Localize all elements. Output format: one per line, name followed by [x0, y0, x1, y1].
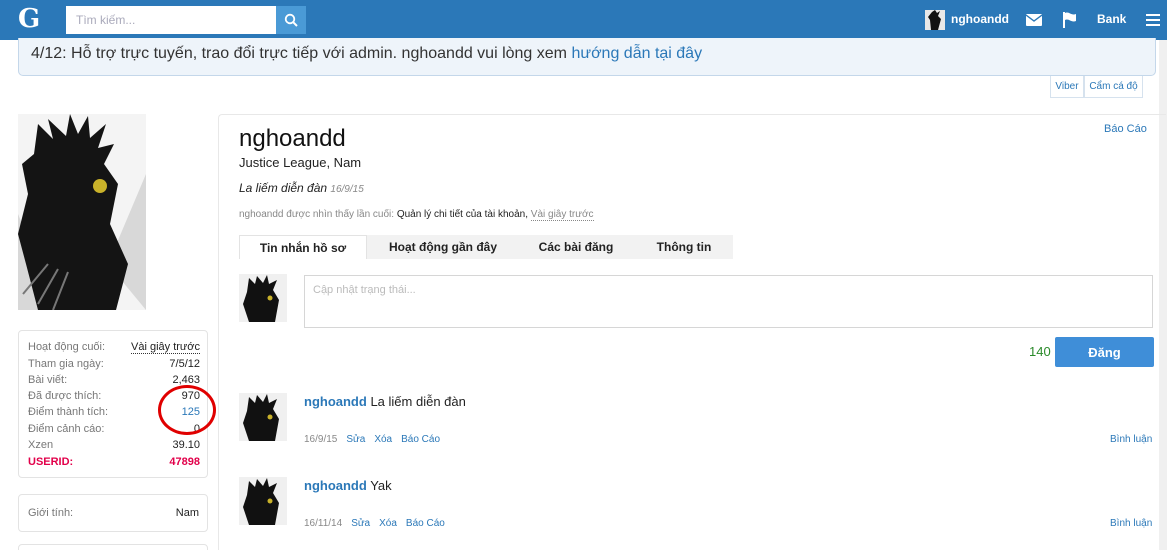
tab-information[interactable]: Thông tin	[643, 235, 725, 259]
message-date: 16/11/14	[304, 518, 343, 529]
stat-join-date: Tham gia ngày: 7/5/12	[28, 358, 200, 370]
post-status-button[interactable]: Đăng	[1055, 337, 1154, 367]
message-date: 16/9/15	[304, 434, 338, 445]
report-link[interactable]: Báo Cáo	[401, 434, 440, 445]
message-username[interactable]: nghoandd	[304, 394, 367, 409]
message-meta: 16/11/14 Sửa Xóa Báo Cáo	[304, 518, 445, 529]
bank-link[interactable]: Bank	[1097, 12, 1126, 26]
edit-link[interactable]: Sửa	[351, 518, 370, 529]
stat-last-activity: Hoạt động cuối: Vài giây trước	[28, 341, 200, 354]
tab-postings[interactable]: Các bài đăng	[519, 235, 633, 259]
delete-link[interactable]: Xóa	[374, 434, 392, 445]
message-content: nghoandd La liếm diễn đàn	[304, 394, 466, 409]
comment-link[interactable]: Bình luận	[1110, 518, 1152, 529]
tab-profile-posts[interactable]: Tin nhắn hồ sơ	[239, 235, 367, 259]
notice-link[interactable]: hướng dẫn tại đây	[571, 45, 702, 62]
top-navbar: G nghoandd Bank	[0, 0, 1167, 40]
profile-status: La liếm diễn đàn 16/9/15	[239, 181, 364, 195]
edit-link[interactable]: Sửa	[346, 434, 365, 445]
header-username[interactable]: nghoandd	[951, 12, 1009, 26]
message-avatar[interactable]	[239, 393, 287, 441]
flag-icon[interactable]	[1060, 10, 1080, 30]
gender-panel: Giới tính: Nam	[18, 494, 208, 532]
message-meta: 16/9/15 Sửa Xóa Báo Cáo	[304, 434, 440, 445]
delete-link[interactable]: Xóa	[379, 518, 397, 529]
share-viber[interactable]: Viber	[1050, 76, 1084, 98]
share-cam-ca-do[interactable]: Cẩm cá độ	[1084, 76, 1143, 98]
comment-link[interactable]: Bình luận	[1110, 434, 1152, 445]
last-activity-time: Vài giây trước	[131, 341, 200, 354]
profile-username: nghoandd	[239, 125, 346, 152]
report-profile-link[interactable]: Báo Cáo	[1104, 123, 1147, 135]
last-seen-time: Vài giây trước	[530, 209, 594, 221]
message-content: nghoandd Yak	[304, 478, 392, 493]
stat-userid: USERID: 47898	[28, 456, 200, 468]
last-seen-info: nghoandd được nhìn thấy lần cuối: Quản l…	[239, 209, 594, 221]
status-avatar[interactable]	[239, 274, 287, 322]
message-username[interactable]: nghoandd	[304, 478, 367, 493]
menu-icon[interactable]	[1143, 10, 1163, 30]
sidebar-extra-panel	[18, 544, 208, 550]
profile-status-date: 16/9/15	[330, 184, 364, 195]
last-seen-action: Quản lý chi tiết của tài khoản,	[396, 209, 528, 220]
search-icon	[284, 13, 298, 27]
search-input[interactable]	[66, 6, 276, 34]
site-logo[interactable]: G	[18, 4, 40, 34]
profile-user-title: Justice League, Nam	[239, 155, 362, 170]
report-link[interactable]: Báo Cáo	[406, 518, 445, 529]
status-update-input[interactable]	[304, 275, 1153, 328]
char-counter: 140	[1029, 344, 1051, 359]
tab-recent-activity[interactable]: Hoạt động gần đây	[377, 235, 509, 259]
message-avatar[interactable]	[239, 477, 287, 525]
stat-xzen: Xzen 39.10	[28, 439, 200, 451]
profile-avatar	[18, 114, 146, 310]
search-button[interactable]	[276, 6, 306, 34]
user-avatar[interactable]	[925, 10, 945, 30]
profile-tabs: Tin nhắn hồ sơ Hoạt động gần đây Các bài…	[239, 235, 733, 259]
notice-text: 4/12: Hỗ trợ trực tuyến, trao đổi trực t…	[31, 45, 703, 62]
notice-banner: 4/12: Hỗ trợ trực tuyến, trao đổi trực t…	[18, 38, 1156, 76]
red-circle-annotation	[158, 385, 216, 435]
inbox-icon[interactable]	[1024, 10, 1044, 30]
